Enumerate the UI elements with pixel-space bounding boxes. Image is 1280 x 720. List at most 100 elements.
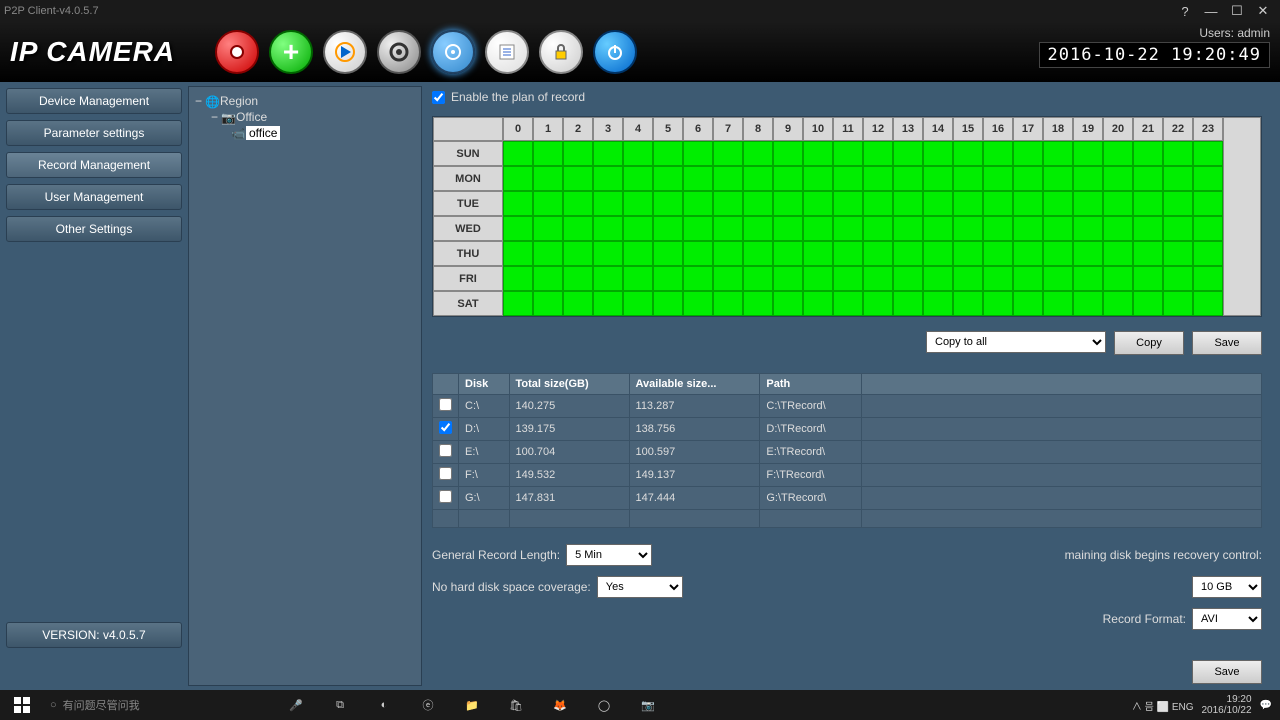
taskbar-store[interactable]: 🛍	[494, 690, 538, 720]
schedule-cell[interactable]	[503, 166, 533, 191]
schedule-cell[interactable]	[773, 291, 803, 316]
table-row[interactable]: D:\139.175138.756D:\TRecord\	[433, 418, 1262, 441]
schedule-cell[interactable]	[773, 216, 803, 241]
schedule-cell[interactable]	[503, 191, 533, 216]
schedule-cell[interactable]	[593, 141, 623, 166]
taskbar-edge[interactable]: ⓔ	[406, 690, 450, 720]
schedule-cell[interactable]	[1193, 166, 1223, 191]
schedule-cell[interactable]	[893, 291, 923, 316]
schedule-cell[interactable]	[1133, 141, 1163, 166]
help-icon[interactable]: ?	[1172, 2, 1198, 20]
sidebar-record-management[interactable]: Record Management	[6, 152, 182, 178]
schedule-cell[interactable]	[983, 166, 1013, 191]
schedule-cell[interactable]	[1193, 216, 1223, 241]
schedule-cell[interactable]	[773, 166, 803, 191]
schedule-cell[interactable]	[803, 141, 833, 166]
schedule-cell[interactable]	[833, 216, 863, 241]
schedule-cell[interactable]	[743, 191, 773, 216]
schedule-cell[interactable]	[1133, 291, 1163, 316]
schedule-cell[interactable]	[1163, 291, 1193, 316]
schedule-cell[interactable]	[1043, 266, 1073, 291]
schedule-cell[interactable]	[1133, 216, 1163, 241]
notification-icon[interactable]: 💬	[1260, 700, 1272, 711]
schedule-cell[interactable]	[773, 241, 803, 266]
settings-icon[interactable]	[377, 30, 421, 74]
schedule-cell[interactable]	[533, 141, 563, 166]
schedule-cell[interactable]	[503, 266, 533, 291]
minimize-icon[interactable]: —	[1198, 2, 1224, 20]
taskbar-clock[interactable]: 19:20 2016/10/22	[1201, 694, 1251, 716]
gen-record-length-select[interactable]: 5 Min	[566, 544, 652, 566]
schedule-cell[interactable]	[863, 291, 893, 316]
start-button[interactable]	[0, 690, 44, 720]
schedule-cell[interactable]	[1013, 216, 1043, 241]
schedule-cell[interactable]	[1013, 141, 1043, 166]
schedule-cell[interactable]	[503, 241, 533, 266]
schedule-cell[interactable]	[563, 141, 593, 166]
schedule-cell[interactable]	[983, 216, 1013, 241]
schedule-cell[interactable]	[953, 216, 983, 241]
schedule-cell[interactable]	[653, 166, 683, 191]
schedule-cell[interactable]	[1013, 191, 1043, 216]
schedule-cell[interactable]	[1073, 166, 1103, 191]
schedule-cell[interactable]	[713, 191, 743, 216]
disk-checkbox[interactable]	[439, 398, 452, 411]
schedule-cell[interactable]	[1193, 241, 1223, 266]
day-label[interactable]: SUN	[433, 141, 503, 166]
schedule-cell[interactable]	[863, 166, 893, 191]
taskbar-explorer[interactable]: 📁	[450, 690, 494, 720]
schedule-cell[interactable]	[683, 266, 713, 291]
save-button[interactable]: Save	[1192, 660, 1262, 684]
schedule-cell[interactable]	[683, 141, 713, 166]
schedule-cell[interactable]	[803, 216, 833, 241]
schedule-cell[interactable]	[833, 266, 863, 291]
schedule-cell[interactable]	[593, 241, 623, 266]
copy-to-select[interactable]: Copy to all	[926, 331, 1106, 353]
cortana-search[interactable]: ○ 有问题尽管问我	[44, 697, 244, 713]
save-schedule-button[interactable]: Save	[1192, 331, 1262, 355]
schedule-cell[interactable]	[533, 166, 563, 191]
schedule-cell[interactable]	[1133, 166, 1163, 191]
collapse-icon[interactable]: −	[195, 94, 202, 108]
coverage-select[interactable]: Yes	[597, 576, 683, 598]
schedule-cell[interactable]	[803, 291, 833, 316]
schedule-cell[interactable]	[1013, 266, 1043, 291]
close-icon[interactable]: ✕	[1250, 2, 1276, 20]
schedule-cell[interactable]	[1043, 216, 1073, 241]
table-row[interactable]: C:\140.275113.287C:\TRecord\	[433, 395, 1262, 418]
schedule-cell[interactable]	[1103, 141, 1133, 166]
schedule-cell[interactable]	[623, 216, 653, 241]
schedule-cell[interactable]	[803, 191, 833, 216]
schedule-cell[interactable]	[923, 291, 953, 316]
schedule-cell[interactable]	[953, 241, 983, 266]
schedule-cell[interactable]	[833, 291, 863, 316]
schedule-cell[interactable]	[653, 266, 683, 291]
collapse-icon[interactable]: −	[211, 110, 218, 124]
schedule-cell[interactable]	[563, 216, 593, 241]
schedule-cell[interactable]	[683, 241, 713, 266]
tree-node-office[interactable]: − 📷 Office	[195, 109, 415, 125]
schedule-cell[interactable]	[773, 266, 803, 291]
schedule-cell[interactable]	[653, 291, 683, 316]
schedule-cell[interactable]	[893, 266, 923, 291]
schedule-cell[interactable]	[1073, 191, 1103, 216]
schedule-cell[interactable]	[983, 266, 1013, 291]
schedule-cell[interactable]	[983, 291, 1013, 316]
schedule-cell[interactable]	[683, 191, 713, 216]
schedule-cell[interactable]	[1133, 191, 1163, 216]
schedule-cell[interactable]	[953, 266, 983, 291]
day-label[interactable]: MON	[433, 166, 503, 191]
schedule-cell[interactable]	[593, 291, 623, 316]
schedule-cell[interactable]	[863, 141, 893, 166]
schedule-cell[interactable]	[1043, 191, 1073, 216]
schedule-cell[interactable]	[773, 141, 803, 166]
schedule-cell[interactable]	[1163, 266, 1193, 291]
taskbar-app-1[interactable]: ◐	[362, 690, 406, 720]
schedule-cell[interactable]	[1193, 291, 1223, 316]
disk-checkbox[interactable]	[439, 421, 452, 434]
schedule-cell[interactable]	[683, 216, 713, 241]
schedule-cell[interactable]	[683, 291, 713, 316]
schedule-cell[interactable]	[983, 241, 1013, 266]
schedule-cell[interactable]	[863, 241, 893, 266]
record-icon[interactable]	[215, 30, 259, 74]
